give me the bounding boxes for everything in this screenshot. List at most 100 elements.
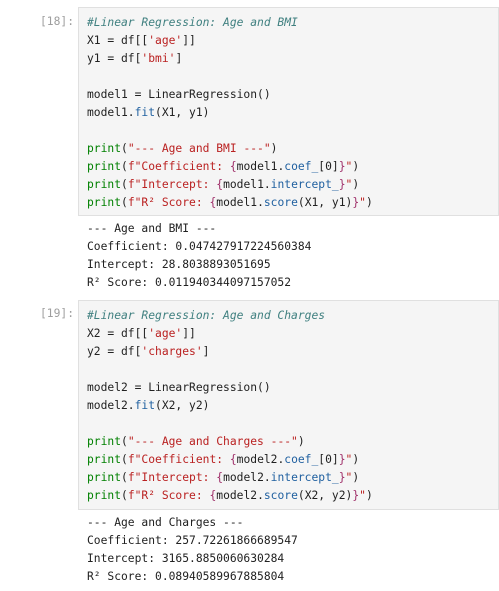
code-token: print [87,453,122,466]
code-token: " [359,196,366,209]
code-token: fit [134,399,156,412]
code-token: y2 = df[ [87,345,142,358]
output-line: Coefficient: 257.72261866689547 [87,534,298,547]
output-line: Intercept: 28.8038893051695 [87,258,271,271]
code-token: ( [121,471,128,484]
code-token: "--- Age and BMI ---" [127,142,271,155]
code-token: ) [352,471,360,484]
code-token: ) [352,453,360,466]
code-line: print(f"Coefficient: {model2.coef_[0]}") [87,451,359,469]
code-token: f"Coefficient: [127,160,230,173]
code-line: #Linear Regression: Age and BMI [87,14,298,32]
code-token: ( [121,435,128,448]
code-token: model1. [87,106,135,119]
code-line: print(f"R² Score: {model2.score(X2, y2)}… [87,487,373,505]
code-token: print [87,160,122,173]
output-line: --- Age and BMI --- [87,222,217,235]
code-token: X1 = df[[ [87,34,149,47]
code-editor[interactable]: #Linear Regression: Age and Charges X2 = … [78,300,499,510]
code-token: f"Coefficient: [127,453,230,466]
code-token: "--- Age and Charges ---" [127,435,298,448]
code-token: ) [297,435,305,448]
code-token: (X1, y1) [155,106,210,119]
code-token: ( [121,160,128,173]
code-token: print [87,196,122,209]
code-token: " [359,489,366,502]
code-token: ) [365,196,373,209]
code-token: score [263,489,298,502]
code-token: (X1, y1) [297,196,353,209]
code-token: model1. [216,196,264,209]
code-token: { [229,160,237,173]
code-token: model1 = LinearRegression() [87,88,271,101]
code-line: print(f"R² Score: {model1.score(X1, y1)}… [87,194,373,212]
code-token: model2. [223,471,271,484]
code-token: } [338,453,346,466]
code-token: coef_ [284,160,319,173]
code-line: print("--- Age and Charges ---") [87,433,305,451]
code-token: model2. [236,453,285,466]
code-line: print(f"Intercept: {model2.intercept_}") [87,469,359,487]
code-cell[interactable]: [19]: #Linear Regression: Age and Charge… [0,300,499,591]
code-token: ) [352,160,360,173]
code-token: [0] [318,453,339,466]
code-token: model2. [87,399,135,412]
code-line: print(f"Intercept: {model1.intercept_}") [87,176,359,194]
code-line: print(f"Coefficient: {model1.coef_[0]}") [87,158,359,176]
code-line: y2 = df['charges'] [87,343,209,361]
code-editor[interactable]: #Linear Regression: Age and BMI X1 = df[[… [78,7,499,216]
code-token: (X2, y2) [155,399,210,412]
output-line: R² Score: 0.08940589967885804 [87,570,285,583]
code-token: #Linear Regression: Age and BMI [87,16,298,29]
code-token: ) [270,142,278,155]
code-token: ]] [182,34,196,47]
code-token: print [87,178,122,191]
code-token: y1 = df[ [87,52,142,65]
code-token: 'bmi' [141,52,176,65]
code-token: f"R² Score: [127,196,210,209]
code-token: score [263,196,298,209]
code-cell[interactable]: [18]: #Linear Regression: Age and BMI X1 … [0,0,499,290]
code-token: } [338,471,346,484]
code-token: ) [365,489,373,502]
code-token: coef_ [284,453,319,466]
code-token: f"Intercept: [127,178,217,191]
code-token: model1. [236,160,285,173]
code-token: ] [175,52,183,65]
code-token: } [338,160,346,173]
code-line: X1 = df[['age']] [87,32,196,50]
code-line: model2.fit(X2, y2) [87,397,209,415]
code-token: (X2, y2) [297,489,353,502]
output-line: Intercept: 3165.8850060630284 [87,552,285,565]
execution-count: [19]: [39,307,74,320]
output-line: --- Age and Charges --- [87,516,244,529]
code-token: [0] [318,160,339,173]
code-token: intercept_ [270,178,339,191]
code-token: print [87,471,122,484]
code-line: model2 = LinearRegression() [87,379,271,397]
execution-count: [18]: [39,15,74,28]
code-line: #Linear Regression: Age and Charges [87,307,325,325]
code-token: model2. [216,489,264,502]
code-token: ( [121,178,128,191]
code-token: intercept_ [270,471,339,484]
code-token: print [87,142,122,155]
code-token: ( [121,453,128,466]
code-token: model1. [223,178,271,191]
code-token: f"R² Score: [127,489,210,502]
code-token: { [229,453,237,466]
cell-output: --- Age and BMI --- Coefficient: 0.047427… [78,218,499,290]
code-token: fit [134,106,156,119]
code-token: X2 = df[[ [87,327,149,340]
code-line: model1 = LinearRegression() [87,86,271,104]
code-token: ( [121,489,128,502]
output-line: Coefficient: 0.047427917224560384 [87,240,312,253]
code-token: print [87,435,122,448]
code-token: ( [121,196,128,209]
code-token: ( [121,142,128,155]
code-token: model2 = LinearRegression() [87,381,271,394]
code-token: ]] [182,327,196,340]
code-token: f"Intercept: [127,471,217,484]
code-token: ] [202,345,210,358]
code-token: 'charges' [141,345,203,358]
